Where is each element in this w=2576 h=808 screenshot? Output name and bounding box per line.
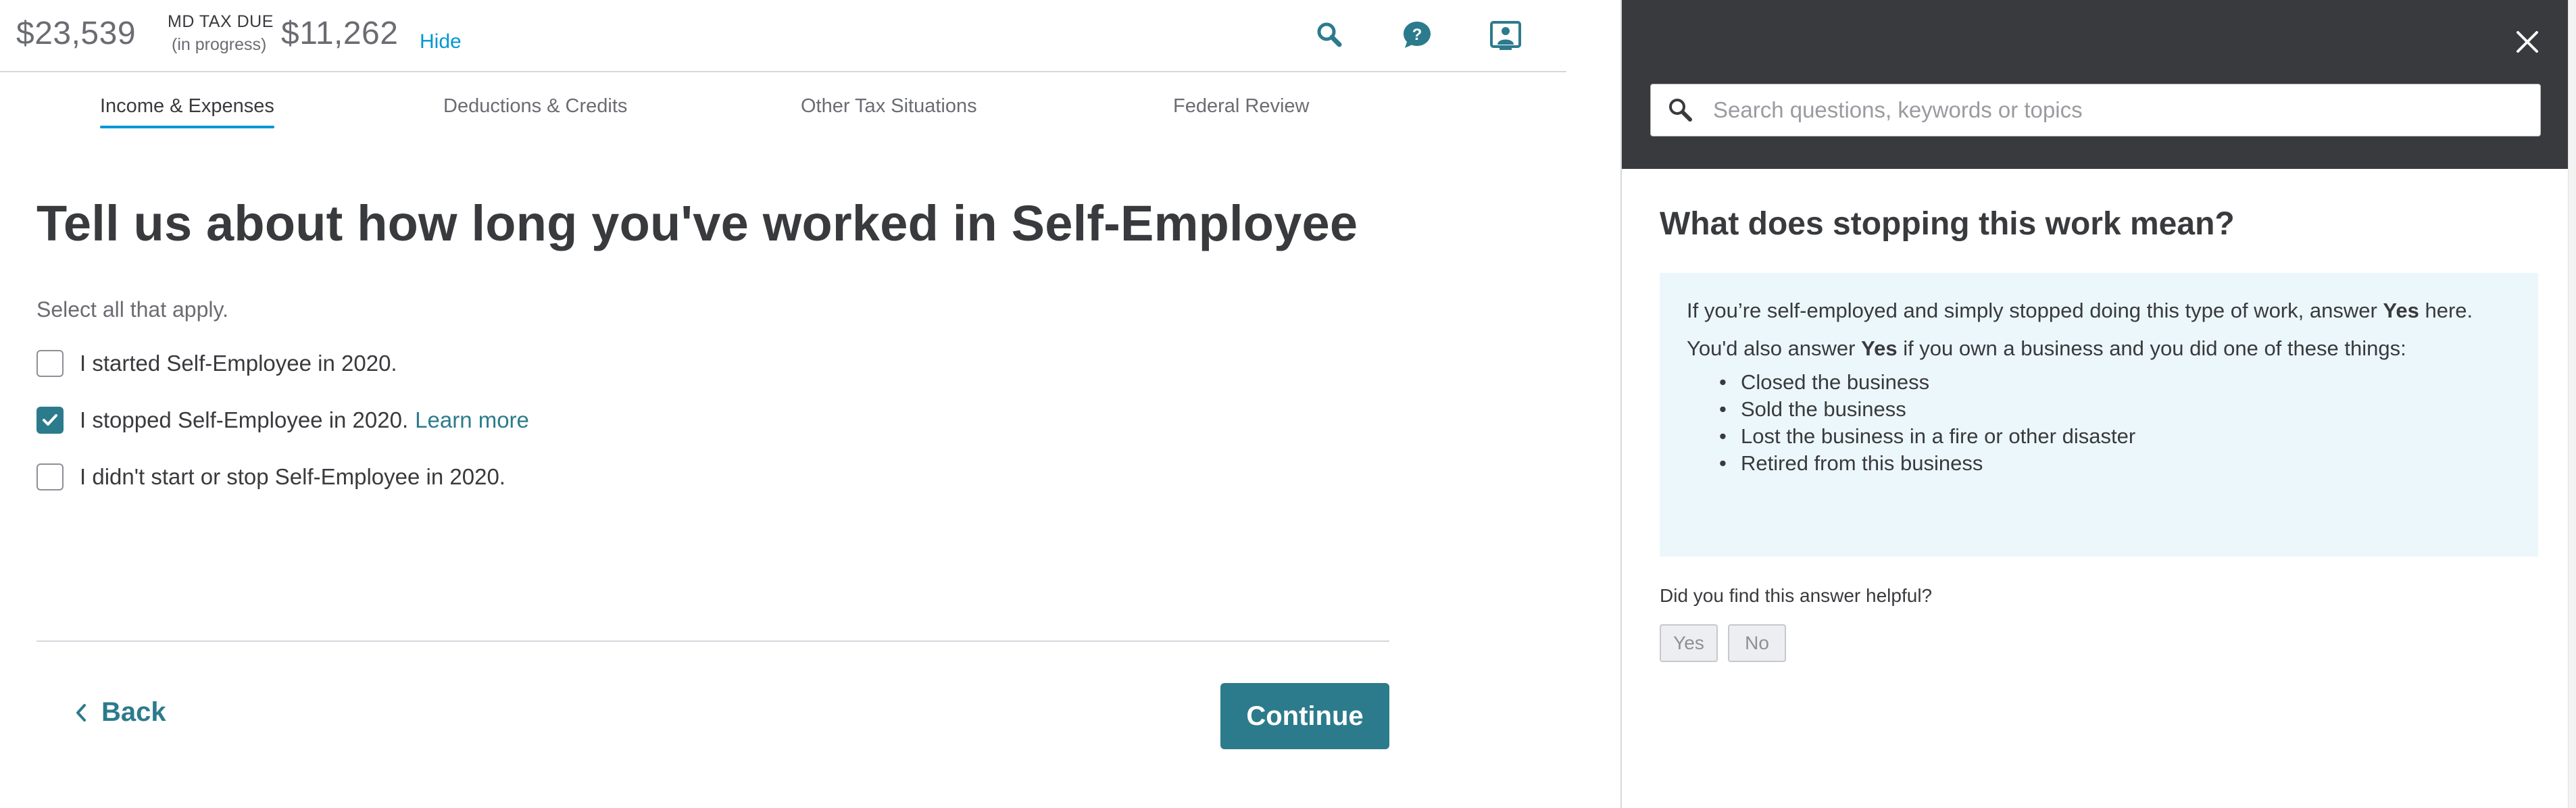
- option-started[interactable]: I started Self-Employee in 2020.: [36, 349, 397, 378]
- option-neither[interactable]: I didn't start or stop Self-Employee in …: [36, 462, 505, 492]
- learn-more-link[interactable]: Learn more: [415, 407, 529, 433]
- state-tax-due-label: MD TAX DUE: [168, 12, 274, 31]
- helpful-question: Did you find this answer helpful?: [1660, 585, 1933, 606]
- option-label: I started Self-Employee in 2020.: [80, 351, 397, 376]
- checkmark-icon: [43, 414, 57, 426]
- search-icon: [1669, 99, 1692, 122]
- divider: [36, 640, 1389, 642]
- instruction-text: Select all that apply.: [36, 297, 229, 322]
- expert-video-icon[interactable]: [1489, 19, 1522, 51]
- window-edge: [2568, 0, 2576, 808]
- list-item: Retired from this business: [1719, 450, 2511, 477]
- help-icon[interactable]: ?: [1401, 19, 1433, 51]
- tab-federal-review[interactable]: Federal Review: [1173, 95, 1309, 118]
- option-label: I stopped Self-Employee in 2020.: [80, 407, 409, 432]
- search-icon[interactable]: [1314, 19, 1346, 51]
- answer-box: If you’re self-employed and simply stopp…: [1660, 273, 2538, 557]
- page-title: Tell us about how long you've worked in …: [36, 195, 1358, 251]
- tab-other-tax-situations[interactable]: Other Tax Situations: [801, 95, 977, 118]
- help-panel: What does stopping this work mean? If yo…: [1620, 0, 2576, 808]
- help-search-input[interactable]: [1713, 97, 2510, 123]
- state-tax-status: (in progress): [172, 35, 267, 54]
- section-tabs: Income & Expenses Deductions & Credits O…: [0, 72, 1566, 130]
- main-content: $23,539 MD TAX DUE (in progress) $11,262…: [0, 0, 1566, 808]
- continue-button[interactable]: Continue: [1220, 683, 1389, 749]
- checkbox-started[interactable]: [36, 350, 64, 377]
- top-bar: $23,539 MD TAX DUE (in progress) $11,262…: [0, 0, 1566, 72]
- answer-list: Closed the business Sold the business Lo…: [1719, 369, 2511, 477]
- federal-refund-amount: $23,539: [16, 16, 137, 51]
- svg-text:?: ?: [1412, 26, 1422, 44]
- help-panel-header: [1622, 0, 2576, 169]
- help-title: What does stopping this work mean?: [1660, 206, 2235, 242]
- state-tax-due-amount: $11,262: [281, 16, 399, 51]
- checkbox-neither[interactable]: [36, 463, 64, 490]
- answer-paragraph-2: You'd also answer Yes if you own a busin…: [1687, 336, 2406, 360]
- close-icon[interactable]: [2512, 27, 2542, 57]
- tab-income-expenses[interactable]: Income & Expenses: [100, 95, 274, 128]
- checkbox-stopped[interactable]: [36, 407, 64, 434]
- hide-link[interactable]: Hide: [420, 30, 462, 53]
- list-item: Lost the business in a fire or other dis…: [1719, 423, 2511, 450]
- tab-deductions-credits[interactable]: Deductions & Credits: [443, 95, 627, 118]
- list-item: Closed the business: [1719, 369, 2511, 396]
- chevron-left-icon: [76, 703, 86, 722]
- option-label: I didn't start or stop Self-Employee in …: [80, 464, 505, 489]
- back-label: Back: [101, 697, 166, 727]
- back-button[interactable]: Back: [74, 697, 166, 728]
- answer-paragraph-1: If you’re self-employed and simply stopp…: [1687, 299, 2473, 322]
- option-stopped[interactable]: I stopped Self-Employee in 2020. Learn m…: [36, 405, 529, 435]
- help-search-box[interactable]: [1650, 84, 2541, 136]
- helpful-no-button[interactable]: No: [1728, 624, 1786, 662]
- list-item: Sold the business: [1719, 396, 2511, 423]
- helpful-yes-button[interactable]: Yes: [1660, 624, 1718, 662]
